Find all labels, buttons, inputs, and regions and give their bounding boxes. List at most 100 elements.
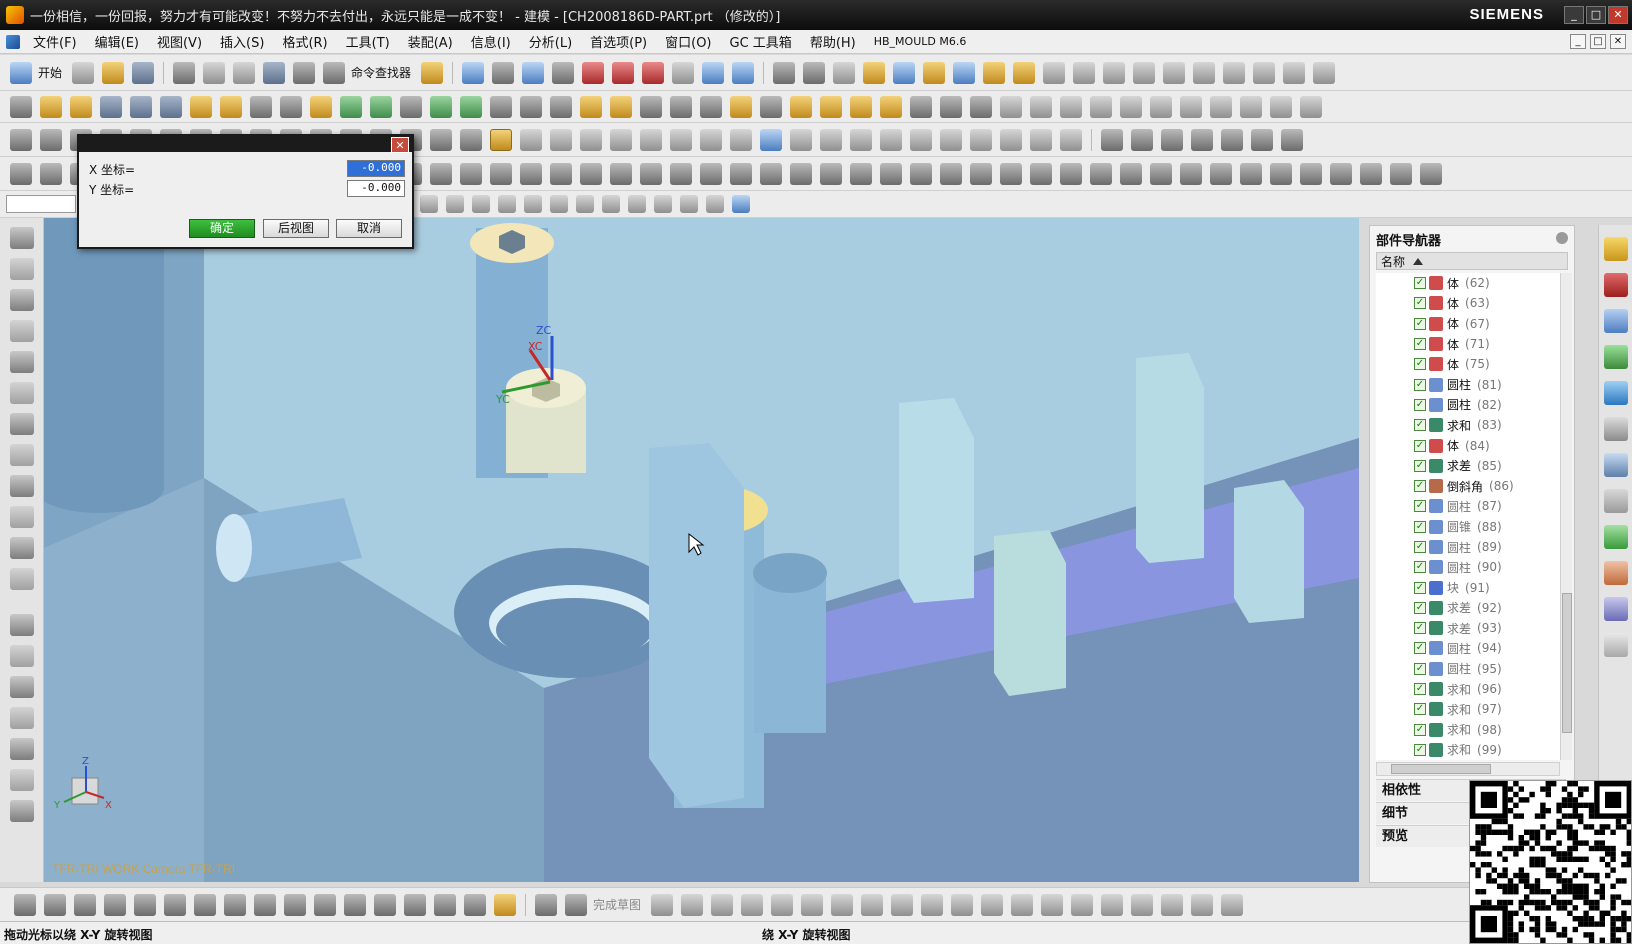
coordinate-icon[interactable] bbox=[863, 61, 886, 84]
mold-tool-4-icon[interactable] bbox=[1060, 95, 1082, 118]
mold-wizard-33-icon[interactable] bbox=[970, 162, 992, 185]
pin-icon[interactable] bbox=[1556, 232, 1568, 244]
left-tool-3-icon[interactable] bbox=[10, 289, 34, 311]
mold-wizard-18-icon[interactable] bbox=[520, 162, 542, 185]
tree-node[interactable]: ✓ 体 (84) bbox=[1376, 435, 1560, 455]
profile-icon[interactable] bbox=[651, 893, 674, 916]
maximize-icon[interactable]: □ bbox=[1586, 6, 1606, 24]
mold-wizard-20-icon[interactable] bbox=[580, 162, 602, 185]
tree-node[interactable]: ✓ 圆柱 (81) bbox=[1376, 374, 1560, 394]
mold-wizard-48-icon[interactable] bbox=[1420, 162, 1442, 185]
tree-node[interactable]: ✓ 求差 (92) bbox=[1376, 598, 1560, 618]
snap-control-icon[interactable] bbox=[472, 195, 490, 213]
paste-icon[interactable] bbox=[233, 61, 256, 84]
snap-point-icon[interactable] bbox=[490, 128, 512, 151]
scrollbar-thumb[interactable] bbox=[1562, 593, 1572, 733]
snap-intersection-icon[interactable] bbox=[498, 195, 516, 213]
snap-on-curve-icon[interactable] bbox=[602, 195, 620, 213]
tree-node[interactable]: ✓ 体 (62) bbox=[1376, 273, 1560, 293]
sketch-tool-3-icon[interactable] bbox=[74, 893, 96, 916]
sketch-chamfer-icon[interactable] bbox=[670, 128, 692, 151]
left-tool-5-icon[interactable] bbox=[10, 351, 34, 373]
misc-tool-6-icon[interactable] bbox=[1193, 61, 1216, 84]
open-file-icon[interactable] bbox=[102, 61, 125, 84]
dimension-2-icon[interactable] bbox=[820, 128, 842, 151]
sketch-tool-10-icon[interactable] bbox=[284, 893, 306, 916]
groove-icon[interactable] bbox=[340, 95, 362, 118]
finish-sketch-icon[interactable] bbox=[565, 893, 587, 916]
left-tool-16-icon[interactable] bbox=[10, 707, 34, 729]
sew-icon[interactable] bbox=[790, 95, 812, 118]
mold-wizard-43-icon[interactable] bbox=[1270, 162, 1292, 185]
rotate-view-icon[interactable] bbox=[492, 61, 515, 84]
mold-wizard-1-icon[interactable] bbox=[10, 162, 32, 185]
circle-snap-6-icon[interactable] bbox=[1060, 128, 1082, 151]
menu-analysis[interactable]: 分析(L) bbox=[520, 32, 581, 51]
tree-node[interactable]: ✓ 体 (63) bbox=[1376, 293, 1560, 313]
mold-wizard-27-icon[interactable] bbox=[790, 162, 812, 185]
doc-close-icon[interactable]: ✕ bbox=[1610, 34, 1626, 49]
convert-reference-icon[interactable] bbox=[1191, 893, 1214, 916]
snap-existing-icon[interactable] bbox=[576, 195, 594, 213]
constraint-navigator-icon[interactable] bbox=[1604, 273, 1628, 297]
analysis-icon[interactable] bbox=[1013, 61, 1036, 84]
pocket-icon[interactable] bbox=[250, 95, 272, 118]
cancel-button[interactable]: 取消 bbox=[336, 219, 402, 238]
menu-preferences[interactable]: 首选项(P) bbox=[581, 32, 656, 51]
mold-wizard-25-icon[interactable] bbox=[730, 162, 752, 185]
left-tool-6-icon[interactable] bbox=[10, 382, 34, 404]
mold-wizard-23-icon[interactable] bbox=[670, 162, 692, 185]
mold-tool-9-icon[interactable] bbox=[1210, 95, 1232, 118]
manufacturing-wizard-icon[interactable] bbox=[1604, 633, 1628, 657]
sketch-trim-icon[interactable] bbox=[700, 128, 722, 151]
mold-wizard-47-icon[interactable] bbox=[1390, 162, 1412, 185]
visibility-checkbox[interactable]: ✓ bbox=[1414, 703, 1426, 716]
mold-wizard-34-icon[interactable] bbox=[1000, 162, 1022, 185]
web-browser-icon[interactable] bbox=[1604, 381, 1628, 405]
move-face-icon[interactable] bbox=[910, 95, 932, 118]
scrollbar-thumb[interactable] bbox=[1391, 764, 1491, 774]
system-materials-icon[interactable] bbox=[1604, 489, 1628, 513]
visibility-checkbox[interactable]: ✓ bbox=[1414, 541, 1426, 553]
misc-tool-3-icon[interactable] bbox=[1103, 61, 1126, 84]
visibility-checkbox[interactable]: ✓ bbox=[1414, 358, 1426, 371]
tree-node[interactable]: ✓ 求和 (83) bbox=[1376, 415, 1560, 435]
mold-wizard-44-icon[interactable] bbox=[1300, 162, 1322, 185]
intersect-icon[interactable] bbox=[460, 95, 482, 118]
misc-tool-8-icon[interactable] bbox=[1253, 61, 1276, 84]
wcs-icon[interactable] bbox=[833, 61, 856, 84]
visibility-checkbox[interactable]: ✓ bbox=[1414, 419, 1426, 432]
move-to-layer-icon[interactable] bbox=[803, 61, 826, 84]
mold-wizard-39-icon[interactable] bbox=[1150, 162, 1172, 185]
column-header-name[interactable]: 名称 bbox=[1376, 252, 1568, 270]
geometric-constraint-icon[interactable] bbox=[1101, 893, 1124, 916]
quick-trim-icon[interactable] bbox=[951, 893, 974, 916]
sketch-fillet-bottom-icon[interactable] bbox=[771, 893, 794, 916]
visibility-checkbox[interactable]: ✓ bbox=[1414, 459, 1426, 472]
red-cube-3-icon[interactable] bbox=[642, 61, 665, 84]
roles-icon[interactable] bbox=[1604, 561, 1628, 585]
sketch-tool-12-icon[interactable] bbox=[344, 893, 366, 916]
visibility-checkbox[interactable]: ✓ bbox=[1414, 723, 1426, 736]
display-tool-7-icon[interactable] bbox=[1281, 128, 1303, 151]
left-tool-18-icon[interactable] bbox=[10, 769, 34, 791]
snap-on-face-icon[interactable] bbox=[628, 195, 646, 213]
visibility-checkbox[interactable]: ✓ bbox=[1414, 277, 1426, 290]
mold-wizard-37-icon[interactable] bbox=[1090, 162, 1112, 185]
mold-tool-10-icon[interactable] bbox=[1240, 95, 1262, 118]
circle-snap-4-icon[interactable] bbox=[1000, 128, 1022, 151]
left-tool-19-icon[interactable] bbox=[10, 800, 34, 822]
mold-tool-6-icon[interactable] bbox=[1120, 95, 1142, 118]
trim-body-icon[interactable] bbox=[490, 95, 512, 118]
offset-face-icon[interactable] bbox=[670, 95, 692, 118]
line-tool-icon[interactable] bbox=[40, 128, 62, 151]
tree-node[interactable]: ✓ 求和 (98) bbox=[1376, 720, 1560, 740]
visibility-checkbox[interactable]: ✓ bbox=[1414, 338, 1426, 351]
mold-wizard-21-icon[interactable] bbox=[610, 162, 632, 185]
sketch-arc-bottom-icon[interactable] bbox=[711, 893, 734, 916]
visibility-checkbox[interactable]: ✓ bbox=[1414, 317, 1426, 330]
doc-restore-icon[interactable]: □ bbox=[1590, 34, 1606, 49]
process-studio-icon[interactable] bbox=[1604, 525, 1628, 549]
undo-icon[interactable] bbox=[263, 61, 286, 84]
visibility-checkbox[interactable]: ✓ bbox=[1414, 297, 1426, 310]
